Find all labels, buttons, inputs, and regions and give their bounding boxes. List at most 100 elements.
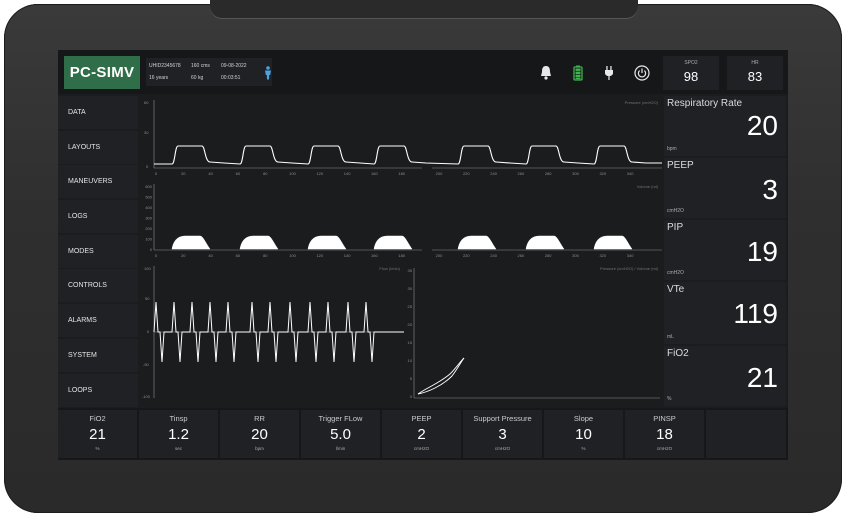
flow-ytick: 100 <box>144 266 151 271</box>
reading-peep: PEEP cmH2O 3 <box>664 158 786 218</box>
reading-vte: VTe mL 119 <box>664 282 786 344</box>
setting-value: 3 <box>498 426 507 443</box>
reading-unit: cmH2O <box>667 270 684 276</box>
loop-ytick: 15 <box>408 340 413 345</box>
volume-xtick: 220 <box>463 253 470 258</box>
volume-xtick: 320 <box>599 253 606 258</box>
setting-unit: cmH2O <box>656 446 673 451</box>
pressure-xtick: 180 <box>398 171 405 176</box>
setting-label: Tinsp <box>169 414 188 423</box>
pressure-xtick: 260 <box>518 171 525 176</box>
sidebar-item-maneuvers[interactable]: MANEUVERS <box>58 165 138 199</box>
pressure-xtick: 340 <box>627 171 634 176</box>
setting-tinsp[interactable]: Tinsp 1.2 sec <box>139 410 218 458</box>
ventilator-screen: PC-SIMV UHID2345678 160 cms 09-08-2022 1… <box>58 50 788 460</box>
reading-unit: mL <box>667 334 674 340</box>
pressure-xtick: 280 <box>545 171 552 176</box>
setting-peep[interactable]: PEEP 2 cmH2O <box>382 410 461 458</box>
reading-name: Respiratory Rate <box>667 98 743 109</box>
pv-loop-graph: 35 30 25 20 15 10 5 0 Pressure (cmH2O) / Volume… <box>408 266 660 399</box>
setting-label: Support Pressure <box>473 414 532 423</box>
volume-xtick: 100 <box>289 253 296 258</box>
volume-ytick: 600 <box>145 184 152 189</box>
pressure-trace <box>154 145 662 165</box>
device-handle <box>210 0 638 18</box>
pressure-xtick: 40 <box>208 171 213 176</box>
pressure-xtick: 120 <box>316 171 323 176</box>
setting-rr[interactable]: RR 20 bpm <box>220 410 299 458</box>
pressure-waveform-graph: 60 30 0 Pressure (cmH2O) 0 20 40 60 80 100 120… <box>144 100 662 176</box>
setting-unit: cmH2O <box>494 446 511 451</box>
setting-support-pressure[interactable]: Support Pressure 3 cmH2O <box>463 410 542 458</box>
loop-ytick: 0 <box>410 394 413 399</box>
sidebar-item-layouts[interactable]: LAYOUTS <box>58 130 138 164</box>
setting-label: PEEP <box>411 414 432 423</box>
loop-ytick: 20 <box>408 322 413 327</box>
setting-empty-slot <box>706 410 786 458</box>
volume-ytick: 400 <box>145 205 152 210</box>
pressure-title: Pressure (cmH2O) <box>625 100 659 105</box>
pressure-waveform: 60 30 0 Pressure (cmH2O) 0 20 40 60 80 100 120… <box>142 96 662 180</box>
setting-value: 21 <box>89 426 106 443</box>
volume-ytick: 200 <box>145 226 152 231</box>
setting-label: PINSP <box>653 414 676 423</box>
volume-ytick: 500 <box>145 195 152 200</box>
reading-fio2: FiO2 % 21 <box>664 346 786 406</box>
reading-unit: cmH2O <box>667 208 684 214</box>
sidebar-item-data[interactable]: DATA <box>58 96 138 129</box>
volume-xtick: 280 <box>545 253 552 258</box>
patient-date: 09-08-2022 <box>221 63 247 69</box>
setting-unit: cmH2O <box>413 446 430 451</box>
sidebar-item-loops[interactable]: LOOPS <box>58 373 138 407</box>
vital-hr: HR 83 <box>727 56 783 90</box>
power-icon[interactable] <box>633 64 651 82</box>
loop-trace-inspiration <box>417 357 465 395</box>
reading-name: FiO2 <box>667 348 689 359</box>
reading-name: PIP <box>667 222 684 233</box>
setting-label: RR <box>254 414 265 423</box>
sidebar-item-logs[interactable]: LOGS <box>58 200 138 234</box>
reading-unit: bpm <box>667 146 677 152</box>
patient-id: UHID2345678 <box>149 63 181 69</box>
sidebar-item-system[interactable]: SYSTEM <box>58 338 138 372</box>
setting-unit: l/min <box>335 446 346 451</box>
setting-label: Slope <box>573 414 594 423</box>
volume-title: Volume (ml) <box>637 184 659 189</box>
sidebar-item-modes[interactable]: MODES <box>58 234 138 268</box>
setting-unit: % <box>95 446 100 451</box>
pressure-xtick: 0 <box>155 171 158 176</box>
vital-value: 83 <box>747 69 763 84</box>
pressure-xtick: 200 <box>436 171 443 176</box>
pressure-xtick: 60 <box>236 171 241 176</box>
sidebar: DATA LAYOUTS MANEUVERS LOGS MODES CONTRO… <box>58 96 140 408</box>
setting-unit: sec <box>174 446 182 451</box>
setting-value: 20 <box>251 426 268 443</box>
reading-unit: % <box>667 396 672 402</box>
volume-xtick: 80 <box>263 253 268 258</box>
reading-respiratory-rate: Respiratory Rate bpm 20 <box>664 96 786 156</box>
reading-name: VTe <box>667 284 685 295</box>
flow-title: Flow (l/min) <box>379 266 400 271</box>
sidebar-item-controls[interactable]: CONTROLS <box>58 269 138 303</box>
setting-unit: bpm <box>255 446 264 451</box>
vital-label: HR <box>751 60 759 66</box>
setting-trigger-flow[interactable]: Trigger FLow 5.0 l/min <box>301 410 380 458</box>
pressure-ytick: 30 <box>144 130 149 135</box>
pressure-xtick: 220 <box>463 171 470 176</box>
volume-xtick: 140 <box>344 253 351 258</box>
mode-button[interactable]: PC-SIMV <box>64 56 140 89</box>
setting-fio2[interactable]: FiO2 21 % <box>58 410 137 458</box>
settings-bar: FiO2 21 % Tinsp 1.2 sec RR 20 bpm Trigge… <box>58 408 788 460</box>
patient-info: UHID2345678 160 cms 09-08-2022 16 years … <box>146 58 272 86</box>
reading-pip: PIP cmH2O 19 <box>664 220 786 280</box>
pressure-xtick: 100 <box>289 171 296 176</box>
sidebar-item-alarms[interactable]: ALARMS <box>58 304 138 338</box>
volume-xtick: 0 <box>155 253 158 258</box>
volume-ytick: 300 <box>145 216 152 221</box>
vital-label: SPO2 <box>684 60 698 66</box>
setting-slope[interactable]: Slope 10 % <box>544 410 623 458</box>
bell-icon[interactable] <box>537 64 555 82</box>
volume-xtick: 20 <box>181 253 186 258</box>
setting-pinsp[interactable]: PINSP 18 cmH2O <box>625 410 704 458</box>
flow-ytick: 0 <box>147 329 150 334</box>
